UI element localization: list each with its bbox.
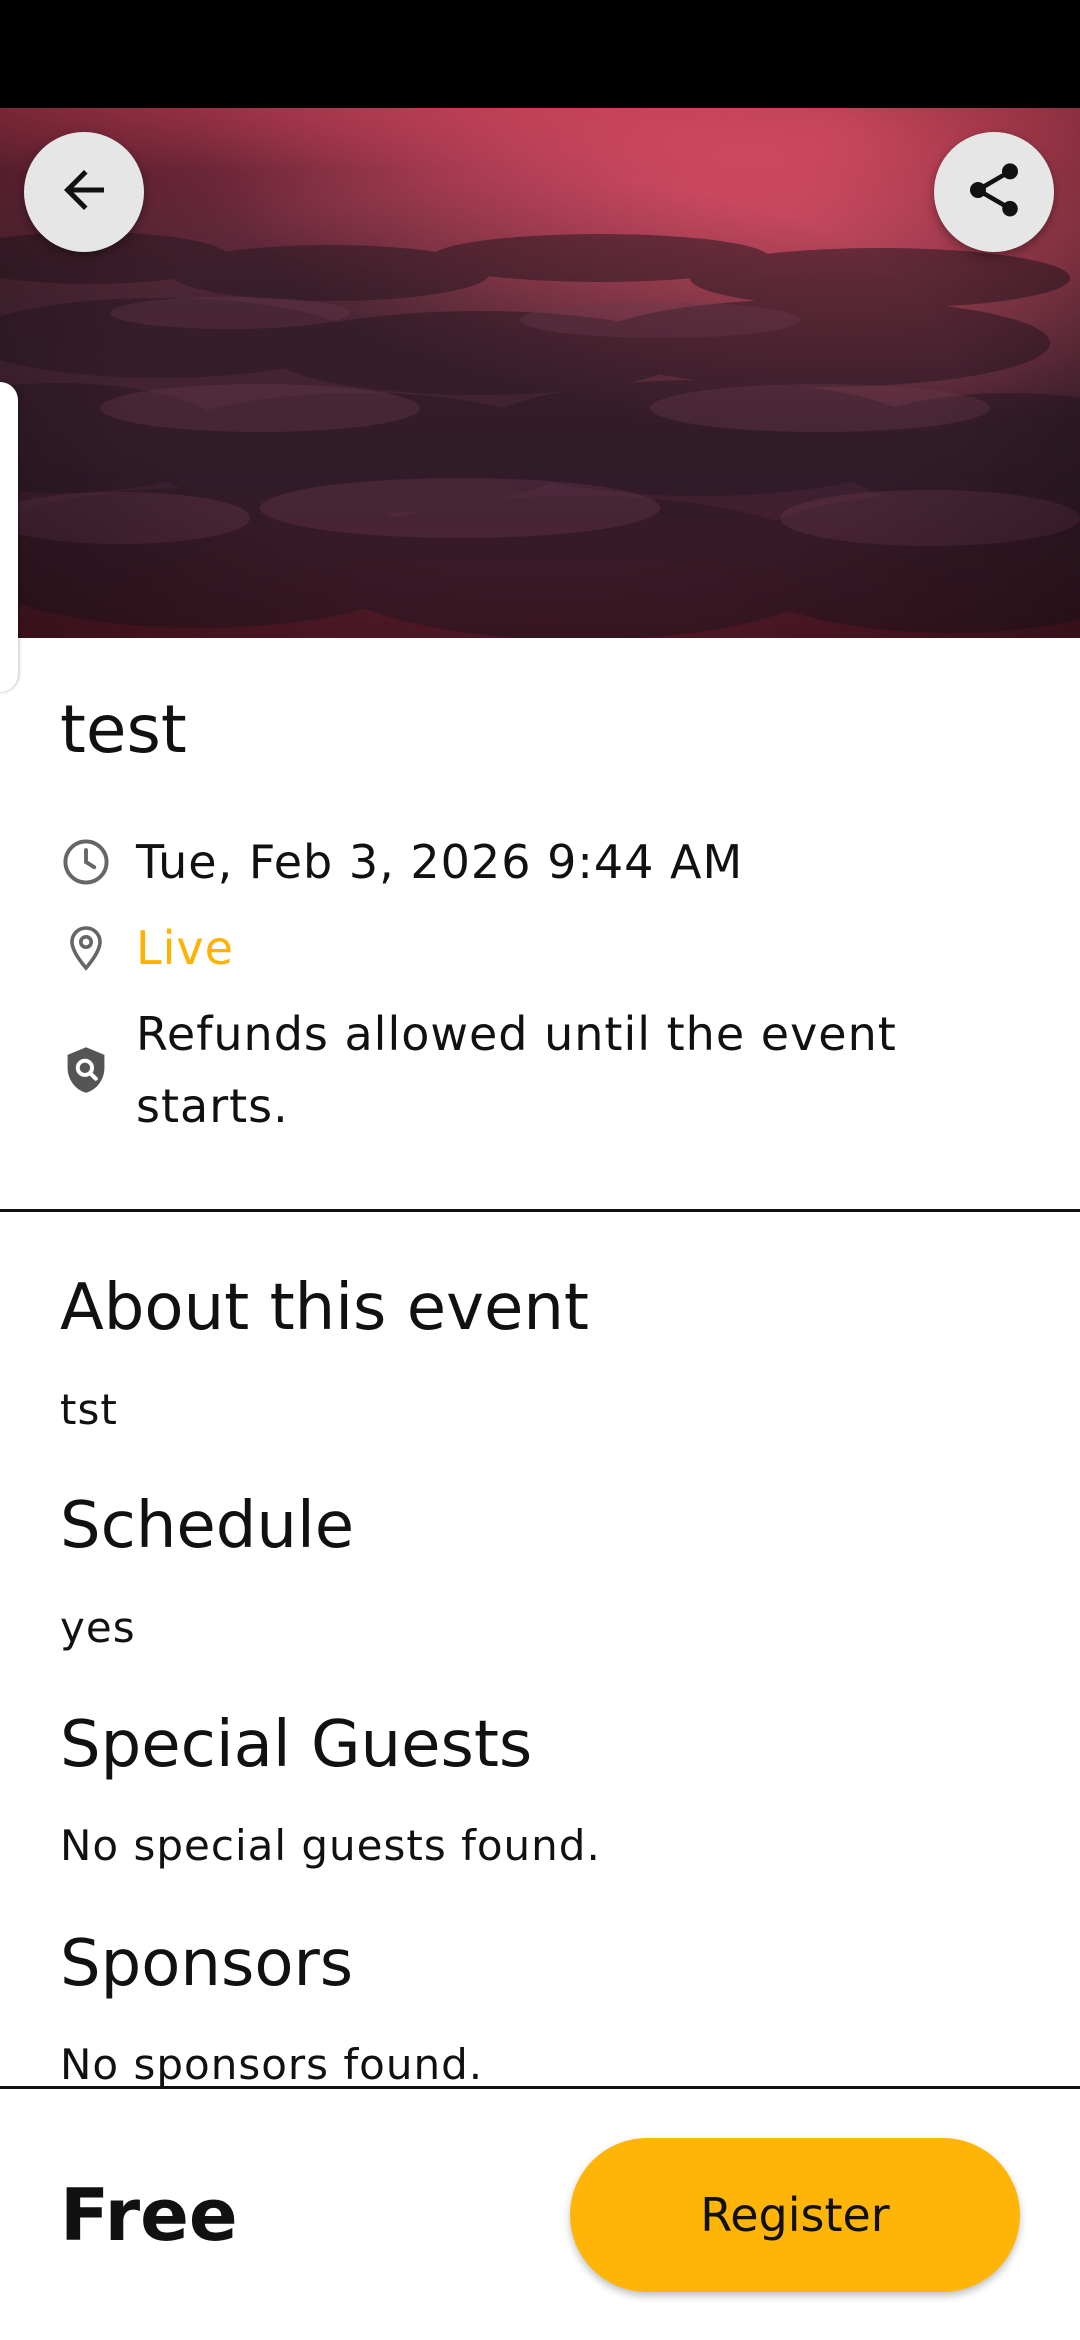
event-date-row: Tue, Feb 3, 2026 9:44 AM [60, 826, 1020, 898]
about-body: tst [60, 1385, 118, 1434]
back-button[interactable] [24, 132, 144, 252]
special-guests-heading: Special Guests [60, 1708, 533, 1782]
side-drawer-handle[interactable] [0, 382, 18, 692]
share-icon [962, 158, 1026, 226]
refund-policy-row: Refunds allowed until the event starts. [60, 998, 1020, 1142]
schedule-body: yes [60, 1603, 136, 1652]
special-guests-body: No special guests found. [60, 1821, 601, 1870]
schedule-heading: Schedule [60, 1489, 355, 1563]
sponsors-body: No sponsors found. [60, 2040, 484, 2086]
event-detail-scroll[interactable]: test Tue, Feb 3, 2026 9:44 AM Live Refun… [0, 0, 1080, 2086]
section-divider [0, 1209, 1080, 1212]
event-location: Live [136, 921, 234, 975]
arrow-back-icon [54, 160, 114, 224]
clock-icon [60, 836, 112, 888]
about-heading: About this event [60, 1271, 589, 1345]
sponsors-heading: Sponsors [60, 1927, 354, 2001]
event-location-row: Live [60, 912, 1020, 984]
event-date-time: Tue, Feb 3, 2026 9:44 AM [136, 835, 744, 889]
shield-search-icon [60, 1044, 112, 1096]
event-title: test [60, 691, 187, 768]
register-button[interactable]: Register [570, 2138, 1020, 2292]
share-button[interactable] [934, 132, 1054, 252]
ticket-price: Free [60, 2173, 238, 2257]
refund-policy-text: Refunds allowed until the event starts. [136, 1007, 897, 1133]
event-cover-image [0, 108, 1080, 638]
location-pin-icon [60, 922, 112, 974]
